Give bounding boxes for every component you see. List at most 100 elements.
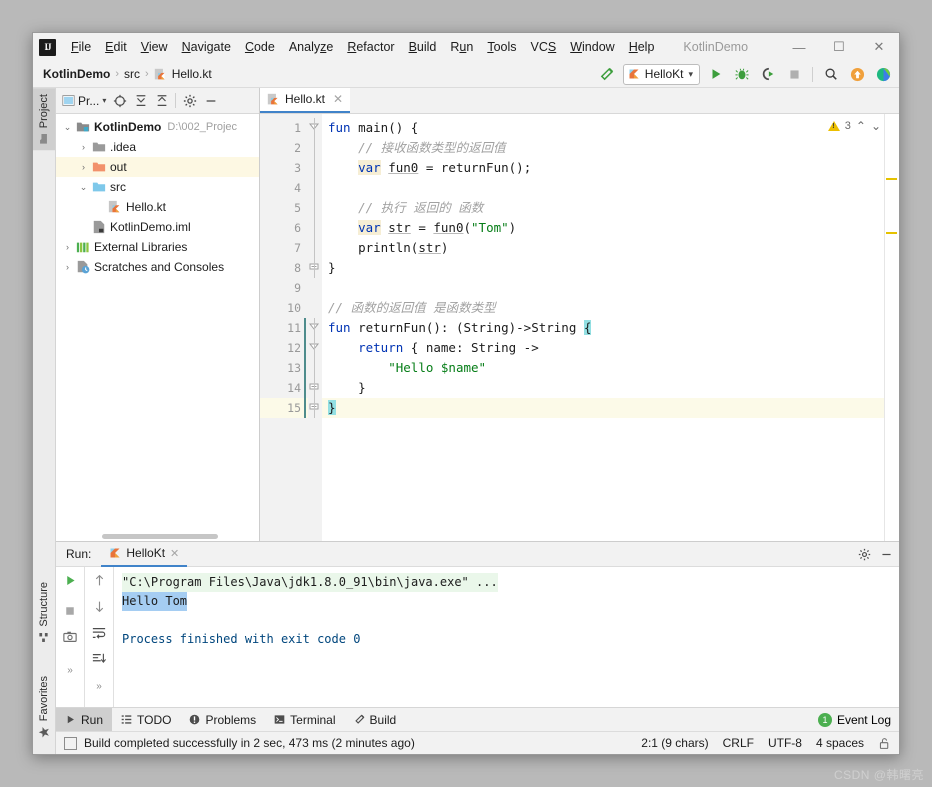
tab-hello-kt[interactable]: Hello.kt ✕ xyxy=(260,87,351,113)
close-icon[interactable]: ✕ xyxy=(859,33,899,61)
code-line[interactable]: // 函数的返回值 是函数类型 xyxy=(322,298,884,318)
tree-node-out[interactable]: › out xyxy=(56,157,259,177)
sidebar-item-project[interactable]: Project xyxy=(33,88,55,151)
menu-item-build[interactable]: Build xyxy=(402,36,444,58)
fold-marker-row[interactable] xyxy=(308,118,322,138)
chevron-right-icon[interactable]: › xyxy=(77,142,90,152)
breadcrumb-project[interactable]: KotlinDemo xyxy=(43,67,110,81)
code-line[interactable]: } xyxy=(322,258,884,278)
code-line[interactable]: // 接收函数类型的返回值 xyxy=(322,138,884,158)
search-everywhere-icon[interactable] xyxy=(821,64,841,84)
close-icon[interactable]: ✕ xyxy=(333,92,343,106)
up-arrow-icon[interactable] xyxy=(89,572,109,589)
menu-item-analyze[interactable]: Analyze xyxy=(282,36,340,58)
console-output[interactable]: "C:\Program Files\Java\jdk1.8.0_91\bin\j… xyxy=(114,567,899,707)
line-separator[interactable]: CRLF xyxy=(723,736,754,750)
menu-item-navigate[interactable]: Navigate xyxy=(175,36,238,58)
expand-all-icon[interactable] xyxy=(131,91,150,110)
fold-marker-row[interactable] xyxy=(304,358,322,378)
tree-node-hello-kt[interactable]: Hello.kt xyxy=(56,197,259,217)
menu-item-help[interactable]: Help xyxy=(622,36,662,58)
chevron-right-icon[interactable]: › xyxy=(61,262,74,272)
update-project-icon[interactable] xyxy=(847,64,867,84)
file-encoding[interactable]: UTF-8 xyxy=(768,736,802,750)
screenshot-icon[interactable] xyxy=(60,628,80,645)
fold-marker-row[interactable] xyxy=(308,258,322,278)
warning-marker[interactable] xyxy=(886,232,897,234)
code-editor[interactable]: 1 2 3 4 5 6 7 8 9 10 11 12 13 14 15 fun main() { // 接收… xyxy=(260,114,899,541)
hide-panel-icon[interactable] xyxy=(201,91,220,110)
soft-wrap-icon[interactable] xyxy=(89,624,109,641)
code-line[interactable]: println(str) xyxy=(322,238,884,258)
sidebar-item-structure[interactable]: Structure xyxy=(33,576,55,649)
fold-marker-row[interactable] xyxy=(304,338,322,358)
warning-marker[interactable] xyxy=(886,178,897,180)
fold-marker-row[interactable] xyxy=(304,398,322,418)
bottom-tab-terminal[interactable]: Terminal xyxy=(265,708,344,731)
code-line[interactable]: return { name: String -> xyxy=(322,338,884,358)
run-tab-hellokt[interactable]: HelloKt ✕ xyxy=(101,541,188,567)
project-horizontal-scrollbar[interactable] xyxy=(56,532,259,541)
menu-item-run[interactable]: Run xyxy=(443,36,480,58)
event-log-widget[interactable]: 1 Event Log xyxy=(817,712,891,727)
code-line[interactable]: } xyxy=(322,378,884,398)
tree-node-kotlindemo-iml[interactable]: KotlinDemo.iml xyxy=(56,217,259,237)
expand-actions-icon[interactable]: » xyxy=(60,662,80,679)
menu-item-file[interactable]: File xyxy=(64,36,98,58)
minimize-icon[interactable]: — xyxy=(779,33,819,61)
fold-marker-row[interactable] xyxy=(304,318,322,338)
bottom-tab-build[interactable]: Build xyxy=(345,708,406,731)
menu-item-refactor[interactable]: Refactor xyxy=(340,36,401,58)
debug-icon[interactable] xyxy=(732,64,752,84)
breadcrumb-folder[interactable]: src xyxy=(124,67,140,81)
tree-node-kotlindemo[interactable]: ⌄ KotlinDemo D:\002_Projec xyxy=(56,117,259,137)
fold-marker-row[interactable] xyxy=(308,298,322,318)
caret-position[interactable]: 2:1 (9 chars) xyxy=(641,736,708,750)
next-problem-icon[interactable]: ⌄ xyxy=(871,119,881,133)
run-configuration-selector[interactable]: HelloKt ▾ xyxy=(622,63,700,85)
fold-marker-row[interactable] xyxy=(308,278,322,298)
indent-setting[interactable]: 4 spaces xyxy=(816,736,864,750)
build-hammer-icon[interactable] xyxy=(597,64,617,84)
menu-item-edit[interactable]: Edit xyxy=(98,36,134,58)
rerun-icon[interactable] xyxy=(60,572,80,589)
down-arrow-icon[interactable] xyxy=(89,598,109,615)
code-line[interactable]: fun main() { xyxy=(322,118,884,138)
fold-marker-row[interactable] xyxy=(308,218,322,238)
run-with-coverage-icon[interactable] xyxy=(758,64,778,84)
code-line[interactable]: "Hello $name" xyxy=(322,358,884,378)
code-line[interactable]: var fun0 = returnFun(); xyxy=(322,158,884,178)
breadcrumb-file[interactable]: Hello.kt xyxy=(154,67,212,81)
settings-gear-icon[interactable] xyxy=(180,91,199,110)
unlocked-icon[interactable] xyxy=(878,737,891,750)
fold-marker-row[interactable] xyxy=(308,138,322,158)
tree-node-idea[interactable]: › .idea xyxy=(56,137,259,157)
fold-marker-row[interactable] xyxy=(304,378,322,398)
code-line[interactable]: // 执行 返回的 函数 xyxy=(322,198,884,218)
chevron-down-icon[interactable]: ⌄ xyxy=(77,182,90,193)
run-icon[interactable] xyxy=(706,64,726,84)
chevron-right-icon[interactable]: › xyxy=(61,242,74,252)
chevron-down-icon[interactable]: ⌄ xyxy=(61,122,74,133)
tree-node-src[interactable]: ⌄ src xyxy=(56,177,259,197)
chevron-right-icon[interactable]: › xyxy=(77,162,90,172)
settings-gear-icon[interactable] xyxy=(858,548,871,561)
menu-item-window[interactable]: Window xyxy=(563,36,621,58)
code-folding-column[interactable] xyxy=(304,114,322,541)
close-icon[interactable]: ✕ xyxy=(170,547,179,560)
menu-item-tools[interactable]: Tools xyxy=(480,36,523,58)
code-content[interactable]: fun main() { // 接收函数类型的返回值 var fun0 = re… xyxy=(322,114,884,541)
expand-actions-icon[interactable]: » xyxy=(89,678,109,695)
tree-node-scratches-and-consoles[interactable]: › Scratches and Consoles xyxy=(56,257,259,277)
code-line[interactable]: var str = fun0("Tom") xyxy=(322,218,884,238)
project-view-selector[interactable]: Pr... ▾ xyxy=(60,94,108,108)
stop-icon[interactable] xyxy=(60,602,80,619)
fold-marker-row[interactable] xyxy=(308,198,322,218)
code-line[interactable]: fun returnFun(): (String)->String { xyxy=(322,318,884,338)
collapse-all-icon[interactable] xyxy=(152,91,171,110)
fold-marker-row[interactable] xyxy=(308,238,322,258)
sidebar-item-favorites[interactable]: Favorites xyxy=(33,670,55,744)
hide-panel-icon[interactable] xyxy=(880,548,893,561)
scroll-to-end-icon[interactable] xyxy=(89,650,109,667)
code-line[interactable] xyxy=(322,178,884,198)
